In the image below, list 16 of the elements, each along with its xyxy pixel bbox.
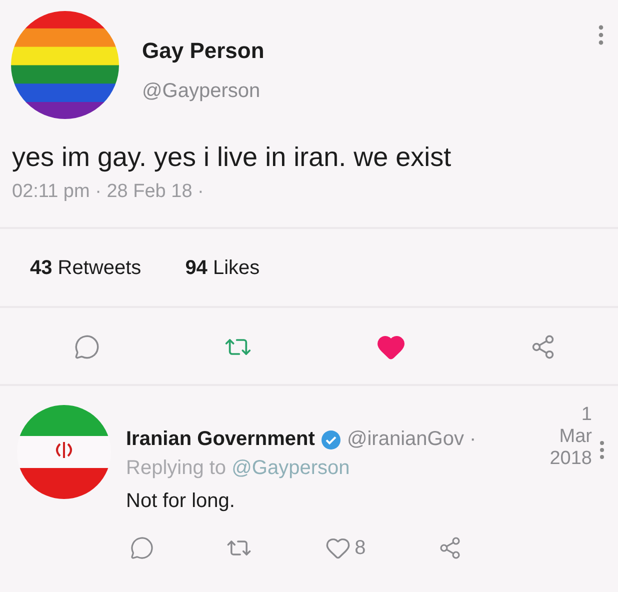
user-handle: @iranianGov · — [346, 428, 476, 451]
share-button[interactable] — [438, 536, 462, 560]
reply-text: Not for long. — [126, 489, 236, 513]
engagement-count[interactable]: 43 Retweets — [30, 257, 142, 280]
reply-button[interactable] — [74, 334, 100, 360]
tweet-text: yes im gay. yes i live in iran. we exist — [11, 141, 452, 173]
engagement-count[interactable]: 94 Likes — [185, 257, 260, 280]
display-name: Iranian Government — [126, 428, 315, 451]
tweet-timestamp: 02:11 pm · 28 Feb 18 · — [11, 180, 205, 203]
like-count: 8 — [354, 536, 366, 560]
reply-button[interactable] — [130, 536, 154, 560]
user-handle: @Gayperson — [142, 80, 262, 103]
reply-date: 1 Mar 2018 — [548, 404, 592, 470]
replying-to-text: Replying to @Gayperson — [126, 457, 350, 480]
share-button[interactable] — [530, 334, 556, 360]
display-name: Gay Person — [142, 38, 264, 64]
